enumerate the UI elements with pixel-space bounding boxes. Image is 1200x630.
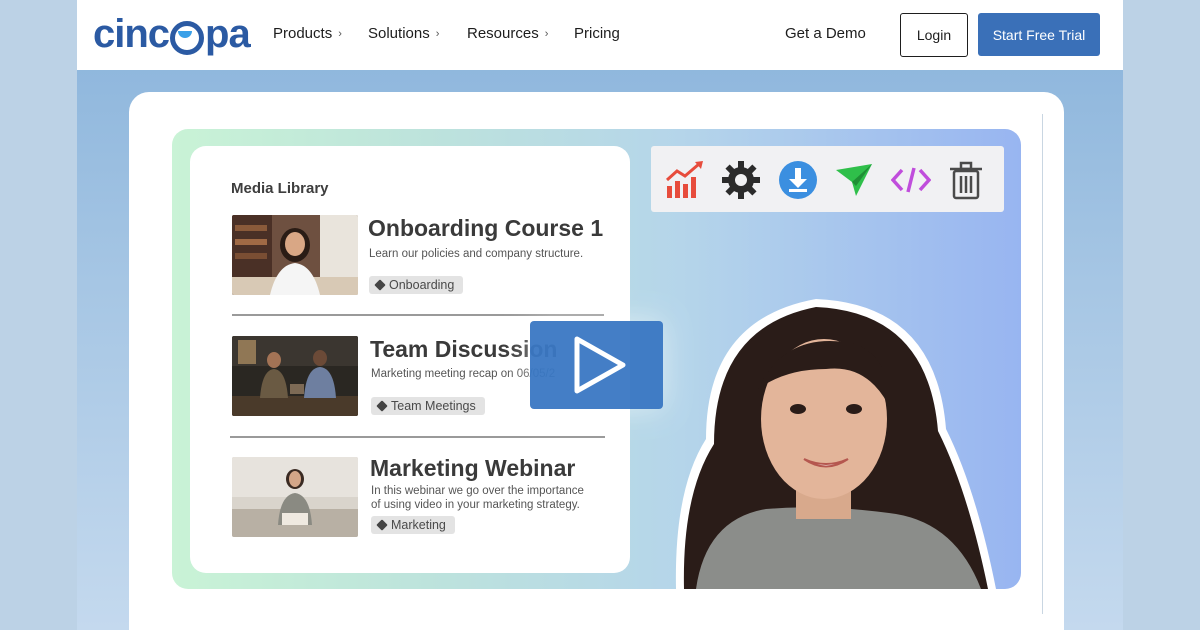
hero-card: Media Library Onboarding Course 1 Learn … [129,92,1064,630]
logo-part-2: pa [205,12,251,56]
nav-resources-label: Resources [467,25,539,42]
nav-pricing-label: Pricing [574,25,620,42]
logo-part-1: cinc [93,12,170,56]
chevron-right-icon: › [338,27,342,40]
tag-badge[interactable]: Marketing [371,516,455,534]
play-icon [574,336,626,394]
tag-icon [376,400,388,412]
cincopa-logo[interactable]: cinc pa [93,12,251,57]
settings-gear-icon[interactable] [721,160,761,200]
nav-resources[interactable]: Resources › [467,25,548,42]
top-nav: cinc pa Products › Solutions › Resources … [77,0,1123,70]
get-demo-link[interactable]: Get a Demo [785,25,866,42]
media-library-title: Media Library [231,180,329,197]
tag-label: Marketing [391,518,446,532]
media-toolbar [651,146,1004,212]
analytics-icon[interactable] [665,160,705,200]
download-icon[interactable] [778,160,818,200]
page: cinc pa Products › Solutions › Resources … [77,0,1123,630]
chevron-right-icon: › [544,27,549,40]
chevron-right-icon: › [435,27,440,40]
media-item-title[interactable]: Marketing Webinar [370,455,575,482]
media-item-marketing-webinar[interactable]: Marketing Webinar In this webinar we go … [232,455,612,547]
thumbnail-meeting-image [232,336,358,416]
media-item-description: Learn our policies and company structure… [369,248,584,260]
trash-icon[interactable] [946,160,986,200]
description-line: In this webinar we go over the importanc… [371,485,584,497]
nav-products-label: Products [273,25,333,42]
nav-solutions[interactable]: Solutions › [368,25,439,42]
thumbnail-webinar-image [232,457,358,537]
media-item-description: In this webinar we go over the importanc… [371,484,621,512]
media-item-onboarding[interactable]: Onboarding Course 1 Learn our policies a… [232,215,612,305]
tag-label: Team Meetings [391,399,476,413]
description-line: of using video in your marketing strateg… [371,499,580,511]
video-thumbnail[interactable] [232,336,358,416]
thumbnail-woman-office-image [232,215,358,295]
nav-products[interactable]: Products › [273,25,342,42]
tag-label: Onboarding [389,278,455,292]
logo-o-mark [170,20,205,55]
tag-icon [374,279,386,291]
share-send-icon[interactable] [834,160,874,200]
nav-pricing[interactable]: Pricing [574,25,620,42]
tag-icon [376,519,388,531]
get-demo-label: Get a Demo [785,25,866,42]
hero-video[interactable]: Media Library Onboarding Course 1 Learn … [172,129,1021,589]
login-button[interactable]: Login [900,13,968,57]
tag-badge[interactable]: Team Meetings [371,397,485,415]
presenter-person-image [675,299,996,589]
start-free-trial-button[interactable]: Start Free Trial [978,13,1100,56]
media-item-title[interactable]: Onboarding Course 1 [368,215,603,242]
video-thumbnail[interactable] [232,215,358,295]
video-thumbnail[interactable] [232,457,358,537]
nav-solutions-label: Solutions [368,25,430,42]
play-button[interactable] [530,321,663,409]
list-divider [232,314,604,316]
scroll-indicator-line [1042,114,1043,614]
tag-badge[interactable]: Onboarding [369,276,464,294]
list-divider [230,436,605,438]
embed-code-icon[interactable] [891,160,931,200]
